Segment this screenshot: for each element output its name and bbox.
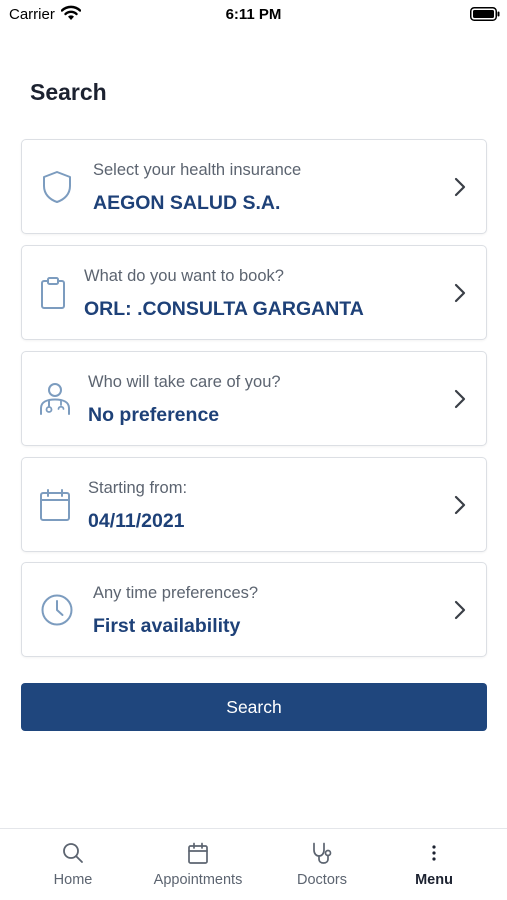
- doctor-label: Who will take care of you?: [88, 373, 281, 391]
- clipboard-icon: [41, 277, 65, 309]
- insurance-label: Select your health insurance: [93, 161, 302, 179]
- start-date-selector[interactable]: Starting from: 04/11/2021: [21, 457, 487, 552]
- tab-home[interactable]: Home: [33, 829, 113, 900]
- page-title: Search: [30, 79, 107, 105]
- shield-icon: [43, 171, 71, 203]
- tab-doctors-label: Doctors: [297, 872, 347, 888]
- doctor-icon: [40, 383, 70, 415]
- clock-icon: [41, 594, 73, 626]
- chevron-right-icon: [454, 600, 466, 620]
- tab-menu[interactable]: Menu: [394, 829, 474, 900]
- booking-type-value: ORL: .CONSULTA GARGANTA: [84, 298, 364, 320]
- time-preference-label: Any time preferences?: [93, 584, 259, 602]
- chevron-right-icon: [454, 177, 466, 197]
- status-bar: Carrier 6:11 PM: [0, 0, 507, 30]
- tab-doctors[interactable]: Doctors: [282, 829, 362, 900]
- tab-appointments[interactable]: Appointments: [148, 829, 248, 900]
- insurance-value: AEGON SALUD S.A.: [93, 192, 281, 214]
- start-date-value: 04/11/2021: [88, 510, 185, 532]
- tab-appointments-label: Appointments: [153, 872, 243, 888]
- search-icon: [63, 843, 83, 863]
- calendar-icon: [188, 842, 208, 864]
- tab-home-label: Home: [53, 872, 93, 888]
- time-preference-value: First availability: [93, 615, 241, 637]
- chevron-right-icon: [454, 389, 466, 409]
- start-date-label: Starting from:: [88, 479, 188, 497]
- insurance-selector[interactable]: Select your health insurance AEGON SALUD…: [21, 139, 487, 234]
- stethoscope-icon: [313, 842, 332, 864]
- booking-type-selector[interactable]: What do you want to book? ORL: .CONSULTA…: [21, 245, 487, 340]
- chevron-right-icon: [454, 495, 466, 515]
- tab-menu-label: Menu: [415, 872, 453, 888]
- time-preference-selector[interactable]: Any time preferences? First availability: [21, 562, 487, 657]
- doctor-value: No preference: [88, 404, 220, 426]
- more-vertical-icon: [432, 845, 436, 861]
- bottom-tab-bar: Home Appointments Doctors Menu: [0, 828, 507, 900]
- calendar-icon: [40, 489, 70, 521]
- search-button[interactable]: Search: [21, 683, 487, 731]
- battery-icon: [470, 7, 500, 21]
- chevron-right-icon: [454, 283, 466, 303]
- booking-type-label: What do you want to book?: [84, 267, 284, 285]
- doctor-selector[interactable]: Who will take care of you? No preference: [21, 351, 487, 446]
- status-time: 6:11 PM: [225, 6, 282, 23]
